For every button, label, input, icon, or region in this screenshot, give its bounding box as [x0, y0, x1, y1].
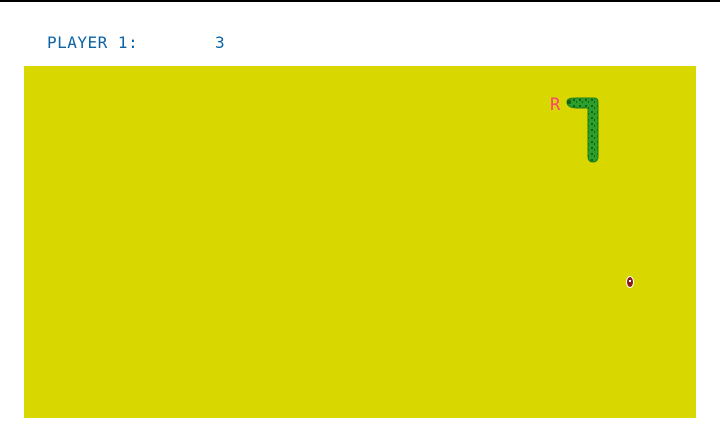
game-screen: PLAYER 1: 3 R [0, 0, 720, 448]
playfield[interactable]: R [24, 66, 696, 418]
top-border [0, 0, 720, 2]
hud: PLAYER 1: 3 [47, 32, 225, 54]
player-label: PLAYER 1: [47, 33, 139, 52]
snake-label: R [550, 95, 561, 115]
player-score: 3 [215, 33, 226, 52]
